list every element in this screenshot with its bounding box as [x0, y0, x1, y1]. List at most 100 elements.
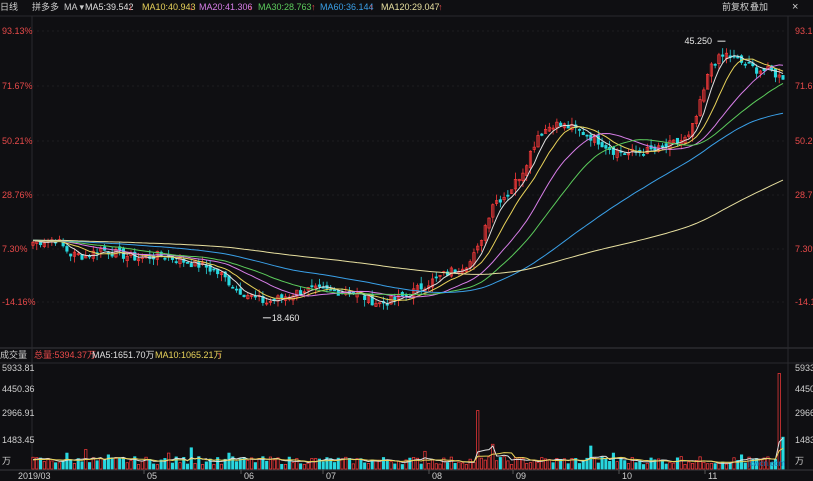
- volume-bar: [54, 462, 58, 470]
- volume-bar: [495, 460, 499, 470]
- volume-bar: [449, 456, 453, 470]
- volume-bar: [219, 463, 223, 470]
- y-tick-label-right: 50.21%: [795, 136, 813, 146]
- y-tick-label: 50.21%: [2, 136, 33, 146]
- ma-line-ma20: [33, 64, 784, 298]
- volume-bar: [724, 463, 729, 470]
- x-tick-label: 07: [326, 471, 336, 481]
- volume-bar: [506, 460, 510, 470]
- grid: [0, 15, 813, 474]
- candle-body: [185, 262, 190, 264]
- volume-bar: [72, 463, 77, 470]
- candle-body: [434, 276, 438, 279]
- candle-body: [581, 131, 585, 136]
- volume-bar: [581, 461, 585, 470]
- candle-body: [216, 268, 220, 275]
- volume-tick-label: 2966.91: [2, 408, 35, 418]
- y-tick-label-right: 28.76%: [795, 190, 813, 200]
- volume-bar: [80, 461, 84, 470]
- volume-bar: [306, 462, 310, 470]
- ma-line-ma10: [32, 58, 784, 302]
- volume-tick-label-right: 2966.: [795, 408, 813, 418]
- candle-body: [280, 294, 284, 299]
- candle-body: [212, 268, 216, 271]
- y-tick-label: -14.16%: [2, 297, 36, 307]
- ma-line-ma30: [32, 82, 784, 296]
- candle-body: [585, 134, 589, 137]
- volume-bar: [732, 457, 736, 470]
- ma-line-ma5: [32, 55, 784, 305]
- x-tick-label: 2019/03: [18, 471, 51, 481]
- candle-body: [419, 283, 423, 290]
- candle-body: [577, 129, 582, 131]
- volume-bar: [148, 458, 152, 470]
- volume-bar: [50, 460, 54, 470]
- candle-body: [65, 246, 69, 252]
- volume-bar: [366, 463, 370, 470]
- volume-bar: [528, 462, 533, 470]
- volume-bar: [642, 464, 646, 470]
- volume-bar: [265, 460, 269, 470]
- stock-chart: 93.13% 71.67% 50.21% 28.76% 7.30% -14.16% 93.1…: [0, 15, 813, 481]
- volume-bar: [777, 373, 781, 470]
- volume-bar: [675, 457, 680, 470]
- candle-body: [174, 261, 178, 263]
- volume-bar: [65, 452, 69, 470]
- volume-bar: [121, 458, 126, 470]
- volume-bar: [457, 461, 461, 470]
- volume-bar: [611, 452, 615, 470]
- volume-bar: [253, 462, 257, 470]
- volume-bar: [412, 457, 416, 470]
- volume-tick-label-right: 5933.: [795, 363, 813, 373]
- volume-bar: [713, 463, 717, 470]
- volume-bar: [201, 464, 205, 470]
- candle-body: [664, 143, 668, 148]
- candle-body: [204, 265, 208, 268]
- candle-body: [69, 253, 73, 257]
- candle-body: [660, 145, 664, 148]
- volume-bar: [626, 463, 631, 470]
- volume-bar: [204, 461, 208, 470]
- volume-bar: [551, 462, 555, 470]
- candle-body: [642, 154, 646, 156]
- candle-body: [721, 54, 725, 57]
- volume-bar: [272, 459, 276, 470]
- candle-body: [231, 286, 235, 289]
- volume-bar: [743, 462, 747, 470]
- moving-average-lines: [32, 55, 784, 305]
- volume-bar: [679, 456, 683, 470]
- candle-body: [299, 290, 303, 295]
- volume-bar: [430, 459, 435, 470]
- candle-body: [253, 295, 257, 298]
- volume-bar: [438, 463, 442, 470]
- volume-bar: [332, 462, 337, 470]
- candle-body: [498, 199, 502, 203]
- volume-bar: [668, 462, 672, 470]
- volume-bar: [291, 462, 295, 470]
- volume-bar: [419, 463, 423, 470]
- volume-bar: [393, 463, 397, 470]
- volume-bar: [299, 463, 303, 470]
- volume-bar: [302, 464, 306, 470]
- volume-bar: [702, 461, 706, 470]
- y-tick-label: 71.67%: [2, 81, 33, 91]
- volume-tick-label-right: 4450.: [795, 384, 813, 394]
- volume-bar: [185, 463, 190, 470]
- volume-tick-label: 4450.36: [2, 384, 35, 394]
- volume-bar: [698, 456, 702, 470]
- candle-body: [163, 257, 167, 260]
- volume-bar: [672, 462, 676, 470]
- y-tick-label-right: 93.13%: [795, 26, 813, 36]
- volume-bar: [709, 462, 713, 470]
- volume-bar: [103, 459, 107, 470]
- candle-body: [393, 296, 397, 301]
- volume-bar: [434, 463, 438, 470]
- candle-body: [623, 153, 627, 155]
- volume-bar: [397, 460, 401, 470]
- x-tick-label: 09: [516, 471, 526, 481]
- volume-tick-label-right: 1483.: [795, 435, 813, 445]
- volume-bar: [502, 456, 506, 470]
- y-tick-label-right: -14.1: [795, 297, 813, 307]
- volume-bar: [615, 461, 619, 470]
- volume-bar: [167, 452, 171, 470]
